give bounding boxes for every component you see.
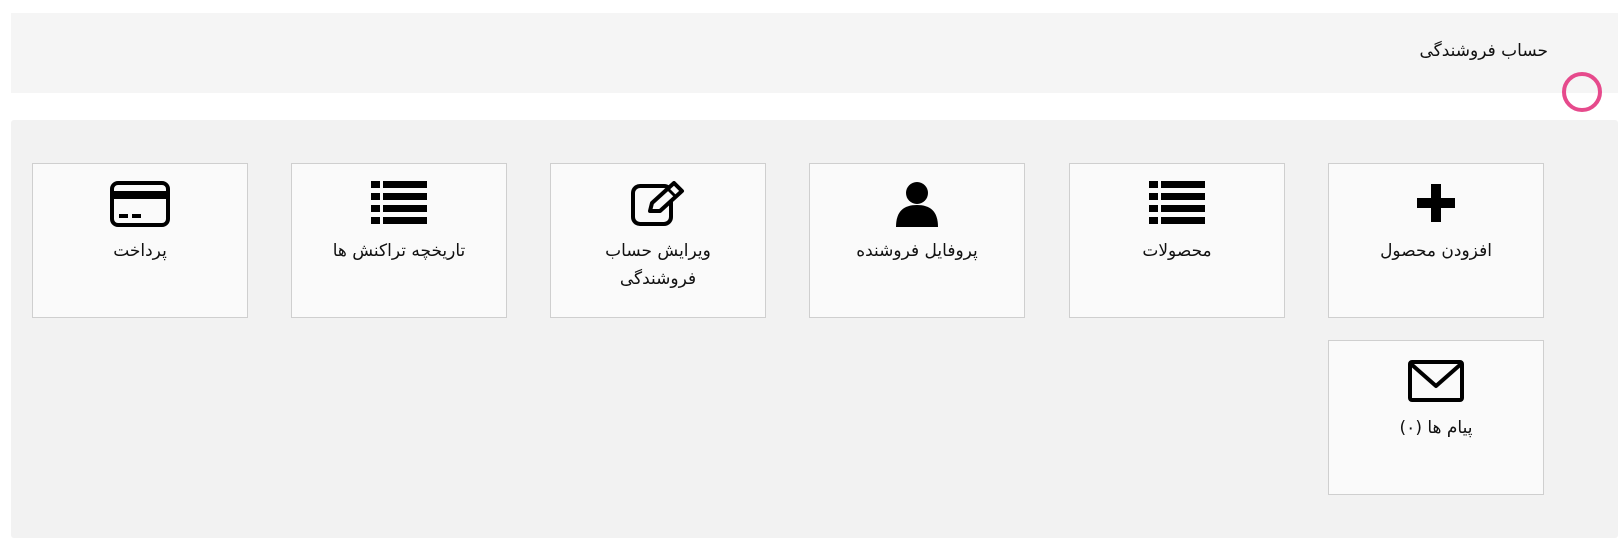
credit-card-icon: [110, 181, 170, 229]
tile-label: پرداخت: [113, 241, 167, 261]
tile-label: افزودن محصول: [1380, 241, 1492, 261]
list-icon: [1147, 181, 1207, 229]
page-header: حساب فروشندگی: [11, 13, 1618, 93]
user-icon: [887, 181, 947, 229]
plus-icon: [1406, 181, 1466, 229]
tile-label: پیام ها (۰): [1399, 418, 1473, 438]
edit-icon: [628, 181, 688, 229]
list-icon: [369, 181, 429, 229]
page-title: حساب فروشندگی: [1419, 41, 1548, 61]
tile-label: تاریخچه تراکنش ها: [332, 241, 466, 261]
tile-edit-seller-account[interactable]: ویرایش حساب فروشندگی: [550, 163, 766, 318]
tile-label: محصولات: [1142, 241, 1212, 261]
tile-products[interactable]: محصولات: [1069, 163, 1285, 318]
tile-payment[interactable]: پرداخت: [32, 163, 248, 318]
tile-transaction-history[interactable]: تاریخچه تراکنش ها: [291, 163, 507, 318]
tile-messages[interactable]: پیام ها (۰): [1328, 340, 1544, 495]
tile-label: ویرایش حساب فروشندگی: [605, 241, 711, 289]
tile-add-product[interactable]: افزودن محصول: [1328, 163, 1544, 318]
envelope-icon: [1406, 358, 1466, 406]
tile-label: پروفایل فروشنده: [856, 241, 978, 261]
dashboard-panel: افزودن محصول محصولات پروفایل فروشنده ویر…: [11, 120, 1618, 538]
decorative-ring: [1562, 72, 1602, 112]
tile-seller-profile[interactable]: پروفایل فروشنده: [809, 163, 1025, 318]
